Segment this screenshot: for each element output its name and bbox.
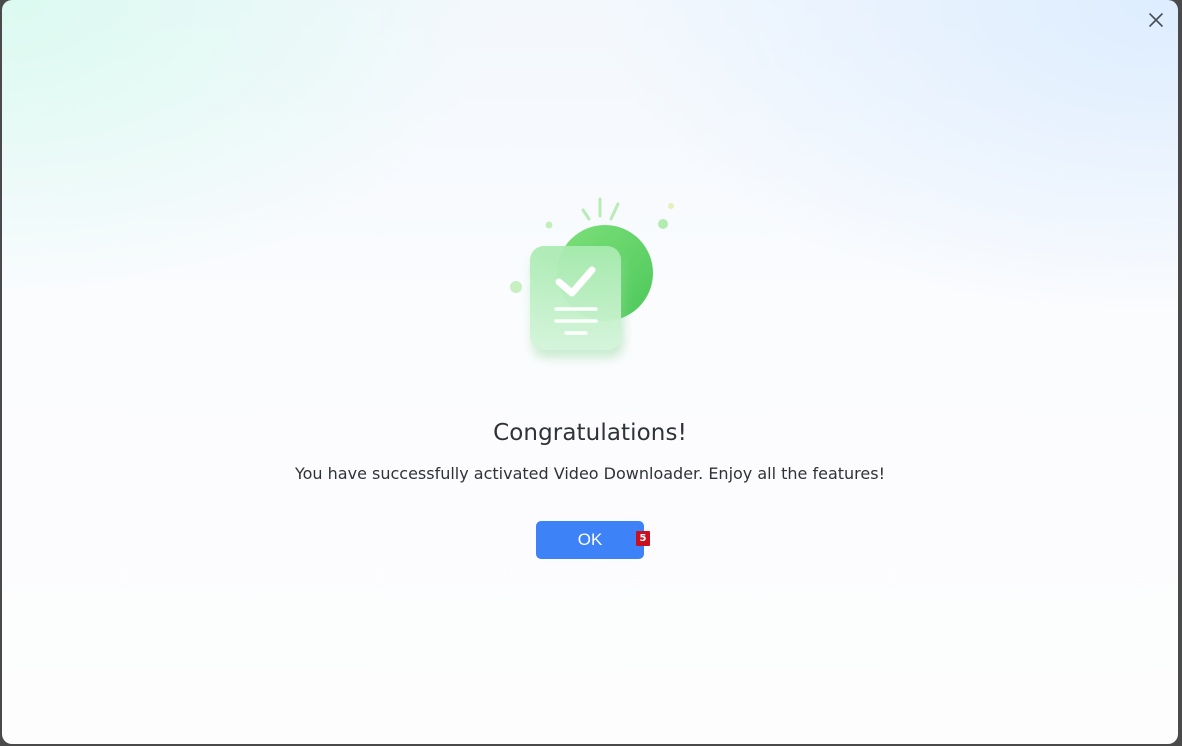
dialog-title: Congratulations! — [493, 420, 687, 446]
close-icon — [1148, 12, 1164, 32]
ok-button[interactable]: OK — [536, 521, 644, 559]
close-button[interactable] — [1144, 10, 1168, 34]
checklist-success-icon — [510, 197, 674, 358]
dialog-message: You have successfully activated Video Do… — [294, 464, 885, 483]
success-illustration — [502, 192, 682, 372]
countdown-badge: 5 — [636, 531, 650, 546]
activation-success-dialog: Congratulations! You have successfully a… — [2, 0, 1178, 744]
